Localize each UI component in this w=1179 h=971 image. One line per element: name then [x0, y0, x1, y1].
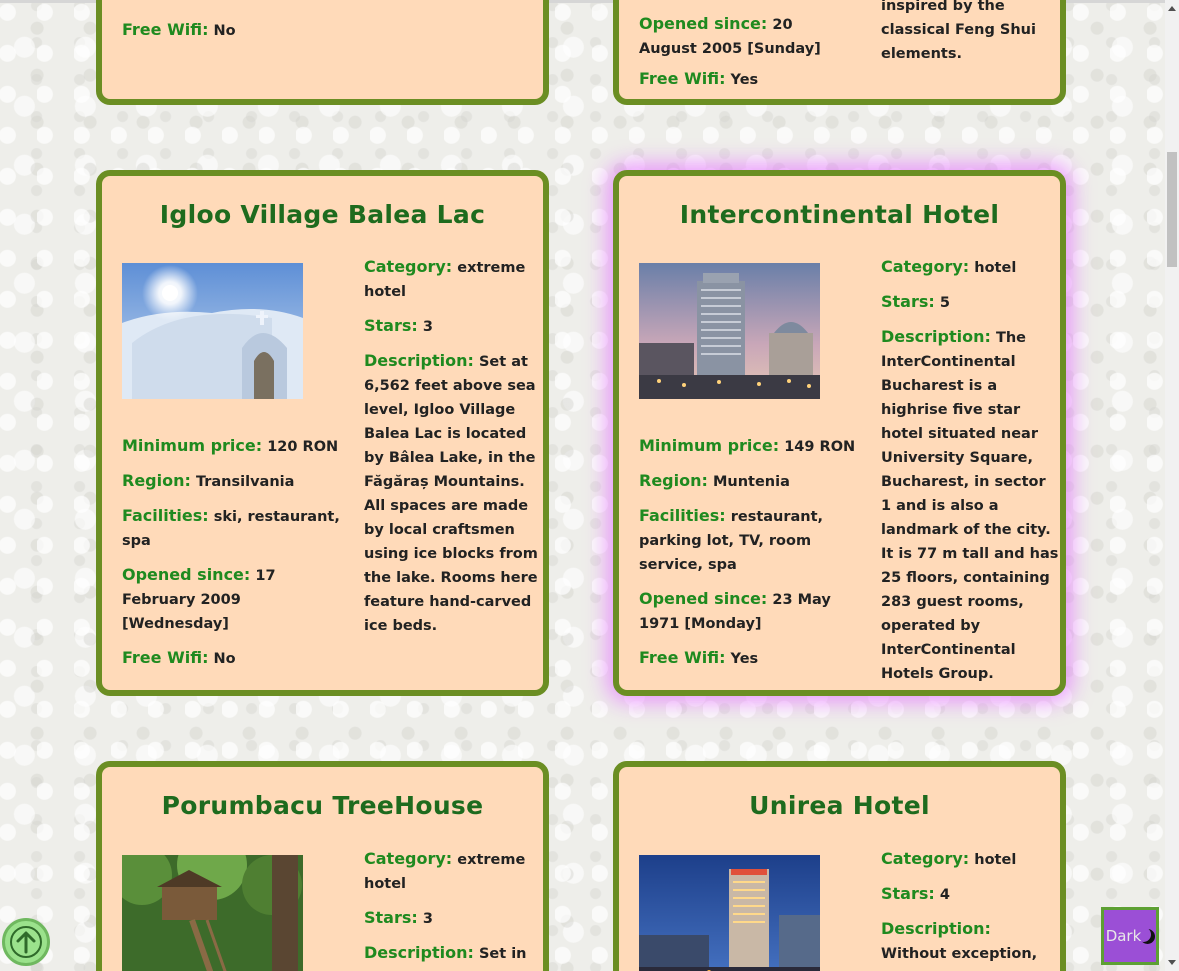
field-category: Category: extreme hotel	[364, 847, 539, 896]
field-value: Yes	[730, 651, 759, 667]
hotel-card: Igloo Village Balea Lac Minimum price: 1…	[96, 170, 549, 696]
card-title: Porumbacu TreeHouse	[161, 791, 484, 820]
field-label: Region:	[639, 471, 708, 490]
hotel-card: Porumbacu TreeHouse Category: extreme ho…	[96, 761, 549, 971]
field-min-price: Minimum price: 120 RON	[122, 434, 347, 459]
field-category: Category: hotel	[881, 847, 1059, 872]
field-value: 149 RON	[784, 439, 856, 455]
field-stars: Stars: 3	[364, 314, 539, 339]
field-description: Description: The InterContinental Buchar…	[881, 325, 1059, 686]
scroll-to-top-button[interactable]	[2, 918, 50, 966]
field-value: 4	[939, 887, 950, 903]
field-category: Category: extreme hotel	[364, 255, 539, 304]
field-value: 3	[422, 319, 433, 335]
field-label: Description:	[881, 327, 991, 346]
field-free-wifi: Free Wifi: No	[122, 646, 347, 671]
left-details: Minimum price: 120 RON Region: Transilva…	[122, 434, 347, 681]
field-label: Category:	[881, 257, 970, 276]
card-title: Intercontinental Hotel	[679, 200, 1000, 229]
right-details: inspired by the classical Feng Shui elem…	[881, 0, 1051, 76]
field-opened-since: Opened since: 17 February 2009 [Wednesda…	[122, 563, 347, 636]
card-title: Igloo Village Balea Lac	[159, 200, 486, 229]
field-description: Description: Set in a	[364, 941, 539, 971]
treehouse-photo	[122, 855, 303, 971]
field-label: Category:	[364, 849, 453, 868]
field-label: Free Wifi:	[122, 648, 209, 667]
hotel-card: Free Wifi: No	[96, 0, 549, 105]
field-value: 5	[939, 295, 950, 311]
field-value: No	[213, 651, 236, 667]
field-label: Minimum price:	[122, 436, 263, 455]
field-label: Stars:	[364, 316, 418, 335]
field-facilities: Facilities: restaurant, parking lot, TV,…	[639, 504, 864, 577]
field-label: Opened since:	[639, 14, 768, 33]
field-value: hotel	[974, 260, 1017, 276]
field-region: Region: Transilvania	[122, 469, 347, 494]
right-details: Category: extreme hotel Stars: 3 Descrip…	[364, 255, 539, 648]
field-value: Muntenia	[712, 474, 790, 490]
field-value: Without exception, every	[881, 946, 1038, 971]
field-label: Description:	[364, 943, 474, 962]
scroll-up-arrow-icon[interactable]	[1168, 6, 1176, 11]
field-min-price: Minimum price: 149 RON	[639, 434, 864, 459]
field-category: Category: hotel	[881, 255, 1059, 280]
field-label: Minimum price:	[639, 436, 780, 455]
dark-mode-toggle-button[interactable]: Dark	[1101, 907, 1159, 965]
field-free-wifi: Free Wifi: Yes	[639, 646, 864, 671]
field-label: Category:	[364, 257, 453, 276]
field-opened-since: Opened since: 23 May 1971 [Monday]	[639, 587, 864, 636]
field-label: Facilities:	[122, 506, 209, 525]
scroll-down-arrow-icon[interactable]	[1168, 960, 1176, 965]
field-description: Description: Without exception, every	[881, 917, 1059, 971]
card-title: Unirea Hotel	[749, 791, 930, 820]
left-details: Free Wifi: No	[122, 18, 352, 53]
arrow-up-icon	[10, 926, 42, 958]
hotel-card: Opened since: 20 August 2005 [Sunday] Fr…	[613, 0, 1066, 105]
field-value: Yes	[730, 72, 759, 88]
field-opened-since: Opened since: 20 August 2005 [Sunday]	[639, 12, 844, 61]
field-label: Free Wifi:	[639, 69, 726, 88]
field-label: Facilities:	[639, 506, 726, 525]
moon-icon	[1136, 927, 1151, 942]
field-label: Category:	[881, 849, 970, 868]
field-value: 3	[422, 911, 433, 927]
field-stars: Stars: 3	[364, 906, 539, 931]
right-details: Category: hotel Stars: 4 Description: Wi…	[881, 847, 1059, 971]
left-details: Minimum price: 149 RON Region: Muntenia …	[639, 434, 864, 681]
field-value: hotel	[974, 852, 1017, 868]
field-stars: Stars: 4	[881, 882, 1059, 907]
tall-hotel-photo	[639, 263, 820, 399]
field-label: Description:	[364, 351, 474, 370]
field-label: Opened since:	[122, 565, 251, 584]
vertical-scrollbar[interactable]	[1165, 0, 1179, 971]
field-label: Region:	[122, 471, 191, 490]
hotel-card: Unirea Hotel Category: hotel Stars: 4 De	[613, 761, 1066, 971]
field-description: Description: Set at 6,562 feet above sea…	[364, 349, 539, 638]
field-value: No	[213, 23, 236, 39]
right-details: Category: hotel Stars: 5 Description: Th…	[881, 255, 1059, 696]
left-details: Opened since: 20 August 2005 [Sunday] Fr…	[639, 12, 844, 99]
field-value: 120 RON	[267, 439, 339, 455]
description-text: inspired by the classical Feng Shui elem…	[881, 0, 1036, 62]
night-hotel-photo	[639, 855, 820, 971]
field-label: Free Wifi:	[639, 648, 726, 667]
field-value: Transilvania	[195, 474, 295, 490]
field-facilities: Facilities: ski, restaurant, spa	[122, 504, 347, 553]
field-value: The InterContinental Bucharest is a high…	[881, 330, 1059, 682]
field-label: Description:	[881, 919, 991, 938]
hotel-card-highlighted[interactable]: Intercontinental Hotel Minimum price: 14…	[613, 170, 1066, 696]
scrollbar-thumb[interactable]	[1167, 152, 1177, 267]
field-free-wifi: Free Wifi: No	[122, 18, 352, 43]
right-details: Category: extreme hotel Stars: 3 Descrip…	[364, 847, 539, 971]
field-free-wifi: Free Wifi: Yes	[639, 67, 844, 92]
ice-igloo-photo	[122, 263, 303, 399]
field-label: Opened since:	[639, 589, 768, 608]
field-label: Free Wifi:	[122, 20, 209, 39]
field-region: Region: Muntenia	[639, 469, 864, 494]
field-label: Stars:	[364, 908, 418, 927]
field-stars: Stars: 5	[881, 290, 1059, 315]
field-label: Stars:	[881, 884, 935, 903]
field-label: Stars:	[881, 292, 935, 311]
field-value: Set at 6,562 feet above sea level, Igloo…	[364, 354, 538, 634]
